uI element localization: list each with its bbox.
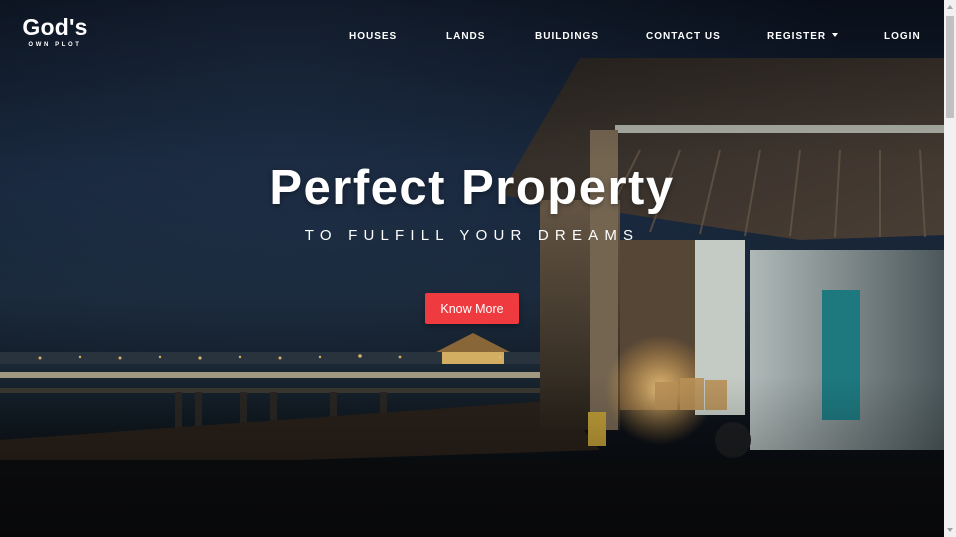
brand-subtitle: OWN PLOT: [28, 42, 82, 48]
nav-contact-us[interactable]: CONTACT US: [646, 31, 721, 42]
nav-lands[interactable]: LANDS: [446, 31, 485, 42]
hero-section: God's OWN PLOT HOUSES LANDS BUILDINGS CO…: [0, 0, 944, 537]
hero-headline: Perfect Property: [269, 161, 675, 215]
caret-down-icon: [832, 33, 839, 37]
page-scrollbar[interactable]: [944, 0, 956, 537]
brand-title: God's: [22, 14, 88, 40]
nav-register-label: REGISTER: [767, 31, 827, 42]
scroll-down-arrow-icon[interactable]: [944, 523, 956, 537]
top-navbar: God's OWN PLOT HOUSES LANDS BUILDINGS CO…: [0, 0, 944, 68]
nav-login[interactable]: LOGIN: [884, 31, 921, 42]
brand-logo[interactable]: God's OWN PLOT: [16, 14, 94, 48]
nav-register-dropdown[interactable]: REGISTER: [767, 31, 839, 42]
nav-buildings[interactable]: BUILDINGS: [535, 31, 599, 42]
know-more-button[interactable]: Know More: [425, 293, 519, 324]
hero-tagline: TO FULFILL YOUR DREAMS: [304, 227, 640, 244]
background-overlay: [0, 0, 944, 537]
nav-houses[interactable]: HOUSES: [349, 31, 397, 42]
scrollbar-thumb[interactable]: [946, 16, 954, 118]
scroll-up-arrow-icon[interactable]: [944, 0, 956, 14]
